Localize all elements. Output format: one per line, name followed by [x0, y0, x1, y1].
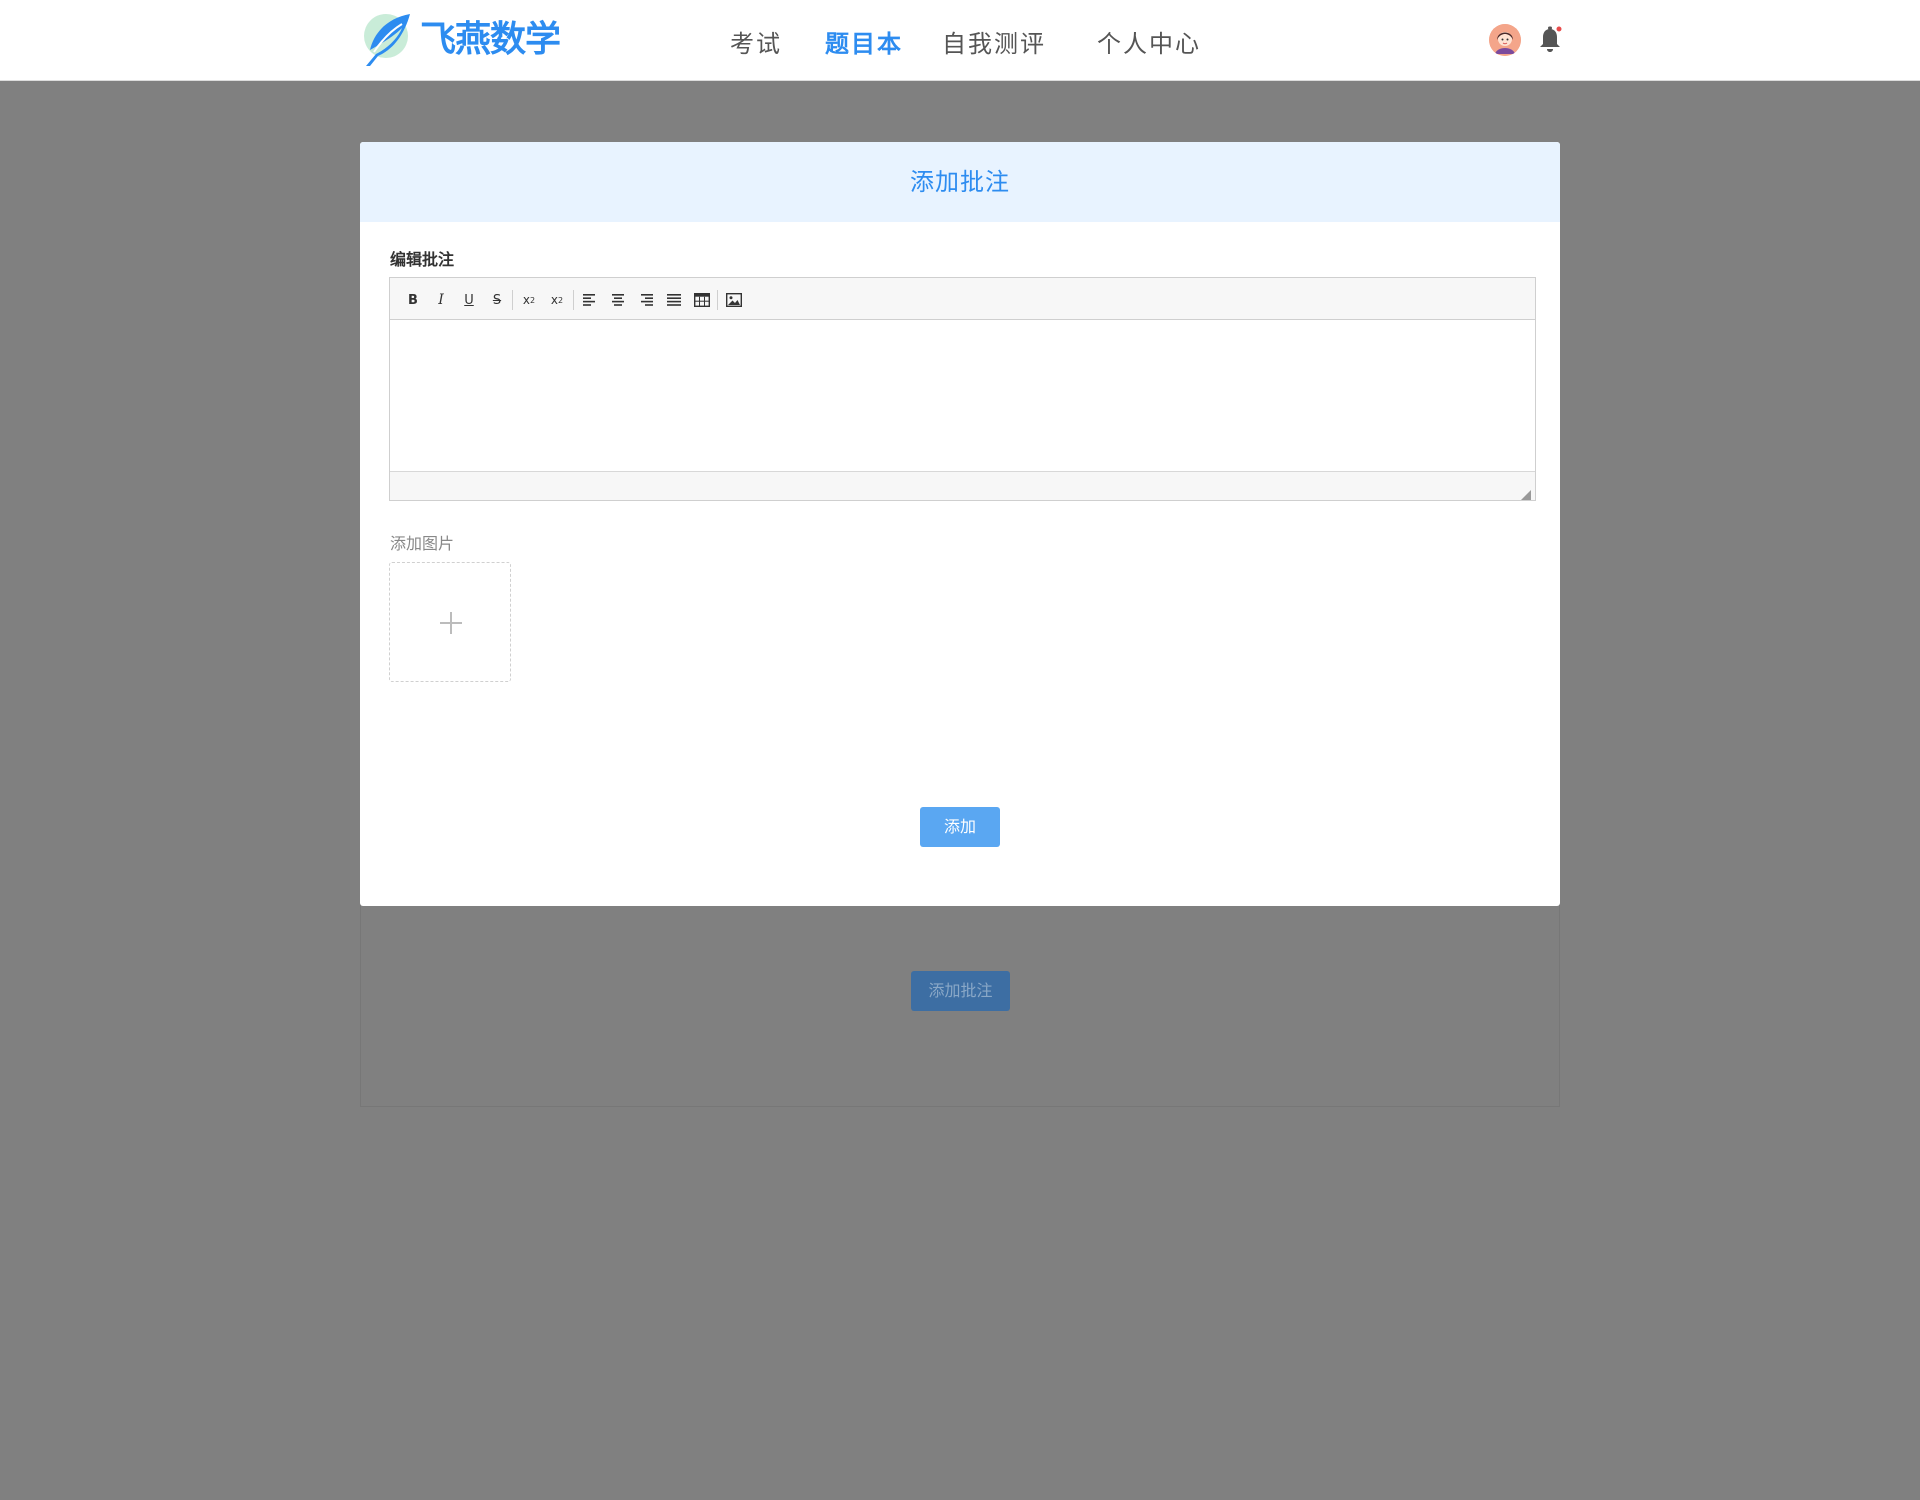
editor-statusbar [390, 471, 1535, 500]
rich-text-editor: B I U S x2 x2 [389, 277, 1536, 501]
logo[interactable]: 飞燕数学 [358, 10, 561, 68]
align-left-icon[interactable] [579, 289, 601, 311]
image-icon[interactable] [723, 289, 745, 311]
align-center-icon[interactable] [607, 289, 629, 311]
feather-logo-icon [364, 14, 410, 66]
table-icon[interactable] [691, 289, 713, 311]
top-navigation-bar: 飞燕数学 考试 题目本 自我测评 个人中心 [0, 0, 1920, 81]
nav-item-exam[interactable]: 考试 [730, 26, 782, 62]
add-button[interactable]: 添加 [920, 807, 1000, 847]
user-avatar-icon [1489, 24, 1521, 56]
notification-bell-icon[interactable] [1538, 26, 1562, 54]
dialog-title: 添加批注 [910, 168, 1010, 196]
background-add-annotation-button: 添加批注 [911, 971, 1010, 1011]
nav-item-question-book[interactable]: 题目本 [825, 26, 903, 62]
nav-item-self-assessment[interactable]: 自我测评 [942, 26, 1046, 62]
editor-content-area[interactable] [390, 320, 1535, 472]
italic-icon[interactable]: I [430, 289, 452, 311]
add-annotation-dialog: 添加批注 编辑批注 B I U S x2 x2 添加图片 添加 [360, 142, 1560, 906]
toolbar-divider [573, 290, 574, 310]
plus-icon [440, 612, 462, 634]
resize-handle-icon[interactable] [1521, 485, 1531, 500]
avatar[interactable] [1489, 24, 1521, 56]
toolbar-divider [717, 290, 718, 310]
toolbar-divider [512, 290, 513, 310]
superscript-icon[interactable]: x2 [546, 289, 568, 311]
editor-label: 编辑批注 [390, 250, 455, 269]
editor-toolbar: B I U S x2 x2 [390, 278, 1535, 320]
bold-icon[interactable]: B [402, 289, 424, 311]
align-right-icon[interactable] [635, 289, 657, 311]
dialog-header: 添加批注 [360, 142, 1560, 222]
logo-text: 飞燕数学 [420, 19, 561, 60]
upload-image-label: 添加图片 [390, 534, 455, 553]
underline-icon[interactable]: U [458, 289, 480, 311]
align-justify-icon[interactable] [663, 289, 685, 311]
nav-item-personal-center[interactable]: 个人中心 [1097, 26, 1201, 62]
strikethrough-icon[interactable]: S [486, 289, 508, 311]
subscript-icon[interactable]: x2 [518, 289, 540, 311]
upload-image-button[interactable] [389, 562, 511, 682]
